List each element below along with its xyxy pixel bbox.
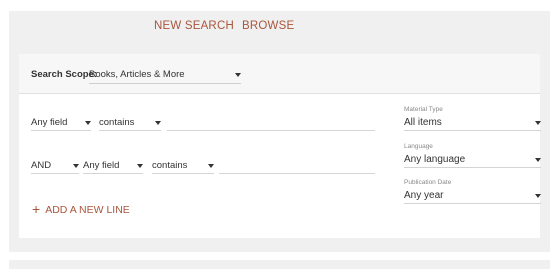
chevron-down-icon bbox=[155, 121, 161, 125]
chevron-down-icon bbox=[137, 164, 143, 168]
publication-date-select[interactable]: Any year bbox=[404, 189, 541, 204]
search-scope-select[interactable]: Books, Articles & More bbox=[89, 68, 241, 84]
operator-select-value: contains bbox=[99, 117, 135, 128]
chevron-down-icon bbox=[73, 164, 79, 168]
field-select-value: Any field bbox=[31, 117, 68, 128]
query-line-1-field-select[interactable]: Any field bbox=[31, 116, 91, 131]
query-line-2-boolean-select[interactable]: AND bbox=[31, 159, 79, 174]
language-label: Language bbox=[404, 143, 433, 150]
bottom-strip bbox=[9, 260, 550, 269]
material-type-value: All items bbox=[404, 117, 442, 128]
page: NEW SEARCH BROWSE Search Scope: Books, A… bbox=[0, 0, 554, 269]
plus-icon: + bbox=[32, 201, 41, 217]
query-line-2-search-input[interactable] bbox=[219, 159, 375, 174]
publication-date-label: Publication Date bbox=[404, 179, 452, 186]
top-nav: NEW SEARCH BROWSE bbox=[9, 11, 550, 42]
search-scope-row: Search Scope: Books, Articles & More bbox=[19, 54, 540, 94]
browse-link[interactable]: BROWSE bbox=[242, 20, 294, 32]
search-scope-value: Books, Articles & More bbox=[89, 69, 185, 80]
search-scope-label: Search Scope: bbox=[31, 69, 97, 80]
language-select[interactable]: Any language bbox=[404, 153, 541, 168]
query-line-1-operator-select[interactable]: contains bbox=[99, 116, 161, 131]
query-area: Any field contains AND Any field contain… bbox=[19, 94, 541, 238]
add-new-line-button[interactable]: + ADD A NEW LINE bbox=[32, 201, 130, 217]
search-panel: Search Scope: Books, Articles & More Any… bbox=[9, 42, 550, 252]
chevron-down-icon bbox=[535, 121, 541, 125]
material-type-select[interactable]: All items bbox=[404, 116, 541, 131]
chevron-down-icon bbox=[235, 73, 241, 77]
publication-date-value: Any year bbox=[404, 190, 444, 201]
language-value: Any language bbox=[404, 154, 466, 165]
new-search-link[interactable]: NEW SEARCH bbox=[154, 20, 234, 32]
add-new-line-label: ADD A NEW LINE bbox=[45, 204, 130, 216]
operator-select-value: contains bbox=[152, 160, 188, 171]
query-line-2-field-select[interactable]: Any field bbox=[83, 159, 143, 174]
chevron-down-icon bbox=[535, 158, 541, 162]
chevron-down-icon bbox=[535, 194, 541, 198]
material-type-label: Material Type bbox=[404, 106, 443, 113]
chevron-down-icon bbox=[85, 121, 91, 125]
boolean-select-value: AND bbox=[31, 160, 52, 171]
query-line-2-operator-select[interactable]: contains bbox=[152, 159, 214, 174]
chevron-down-icon bbox=[208, 164, 214, 168]
field-select-value: Any field bbox=[83, 160, 120, 171]
query-line-1-search-input[interactable] bbox=[167, 116, 375, 131]
